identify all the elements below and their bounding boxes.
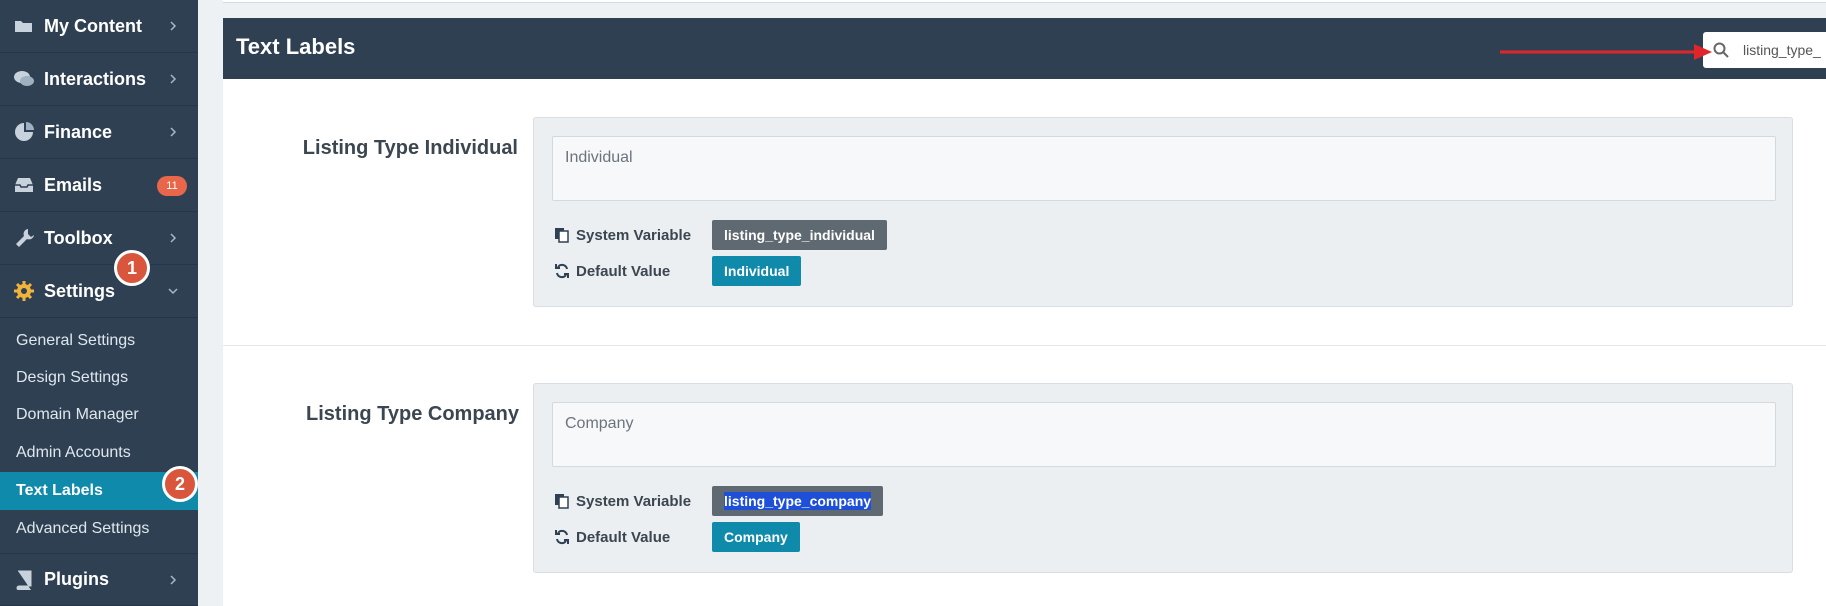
- sidebar-subitem-admin-accounts[interactable]: Admin Accounts: [0, 434, 198, 472]
- sidebar-item-label: Finance: [44, 121, 113, 142]
- system-variable-chip[interactable]: listing_type_company: [712, 486, 884, 516]
- top-divider: [223, 0, 1826, 3]
- label-value-textarea[interactable]: Individual: [552, 136, 1776, 201]
- chevron-down-icon: [168, 288, 178, 295]
- chevron-right-icon: [170, 233, 177, 243]
- folder-icon: [13, 15, 35, 37]
- sidebar-subitem-domain-manager[interactable]: Domain Manager: [0, 396, 198, 434]
- sidebar-item-label: Toolbox: [44, 227, 113, 248]
- chevron-right-icon: [170, 574, 177, 585]
- sidebar-subitem-general-settings[interactable]: General Settings: [0, 322, 198, 360]
- sidebar-item-label: Settings: [44, 280, 116, 301]
- refresh-icon: [555, 529, 569, 545]
- chevron-right-icon: [170, 21, 177, 31]
- page-title: Text Labels: [236, 34, 356, 59]
- system-variable-row: System Variable listing_type_company: [554, 486, 884, 516]
- refresh-icon: [555, 263, 569, 279]
- sidebar-item-finance[interactable]: Finance: [0, 106, 198, 159]
- sidebar-item-label: Emails: [44, 174, 103, 195]
- gear-icon: [13, 280, 35, 302]
- row-divider: [223, 345, 1826, 346]
- system-variable-label: System Variable: [576, 226, 692, 244]
- comments-icon: [13, 68, 35, 90]
- sidebar-item-plugins[interactable]: Plugins: [0, 553, 198, 606]
- sidebar-item-label: Plugins: [44, 569, 110, 589]
- default-value-label: Default Value: [576, 528, 671, 546]
- field-label-listing-type-individual: Listing Type Individual: [302, 137, 518, 159]
- system-variable-label: System Variable: [576, 492, 692, 510]
- unread-count-badge: 11: [157, 176, 187, 196]
- labels-list: Listing Type Individual Individual Syste…: [223, 79, 1826, 606]
- search-box[interactable]: [1703, 32, 1826, 68]
- sidebar-item-my-content[interactable]: My Content: [0, 0, 198, 53]
- pie-chart-icon: [13, 121, 35, 143]
- sidebar: My Content Interactions Finance Emails 1…: [0, 0, 198, 606]
- sidebar-item-interactions[interactable]: Interactions: [0, 53, 198, 106]
- selected-text: listing_type_company: [724, 492, 872, 510]
- field-card: Company System Variable listing_type_com…: [533, 383, 1793, 573]
- sidebar-subitem-advanced-settings[interactable]: Advanced Settings: [0, 510, 198, 548]
- step-marker-2: 2: [162, 466, 198, 502]
- wrench-icon: [13, 227, 35, 249]
- inbox-icon: [13, 174, 35, 196]
- default-value-button[interactable]: Individual: [712, 256, 802, 286]
- default-value-button[interactable]: Company: [712, 522, 800, 552]
- label-value-textarea[interactable]: Company: [552, 402, 1776, 467]
- main-content: Text Labels Listing Type Individual Indi…: [198, 0, 1826, 606]
- book-icon: [13, 569, 35, 591]
- system-variable-row: System Variable listing_type_individual: [554, 220, 887, 250]
- sidebar-subitem-design-settings[interactable]: Design Settings: [0, 359, 198, 397]
- sidebar-item-toolbox[interactable]: Toolbox: [0, 212, 198, 265]
- field-card: Individual System Variable listing_type_…: [533, 117, 1793, 307]
- copy-icon: [555, 494, 569, 509]
- step-marker-1: 1: [114, 250, 150, 286]
- annotation-arrow: [1500, 44, 1712, 60]
- default-value-row: Default Value Company: [554, 522, 800, 552]
- field-label-listing-type-company: Listing Type Company: [306, 403, 519, 425]
- default-value-label: Default Value: [576, 262, 671, 280]
- chevron-right-icon: [170, 127, 177, 137]
- sidebar-item-label: My Content: [44, 15, 142, 36]
- system-variable-chip[interactable]: listing_type_individual: [712, 220, 887, 250]
- search-input[interactable]: [1743, 40, 1825, 60]
- sidebar-item-settings[interactable]: Settings: [0, 265, 198, 318]
- chevron-right-icon: [170, 74, 177, 84]
- sidebar-item-label: Interactions: [44, 68, 147, 89]
- sidebar-item-emails[interactable]: Emails 11: [0, 159, 198, 212]
- default-value-row: Default Value Individual: [554, 256, 802, 286]
- copy-icon: [555, 228, 569, 243]
